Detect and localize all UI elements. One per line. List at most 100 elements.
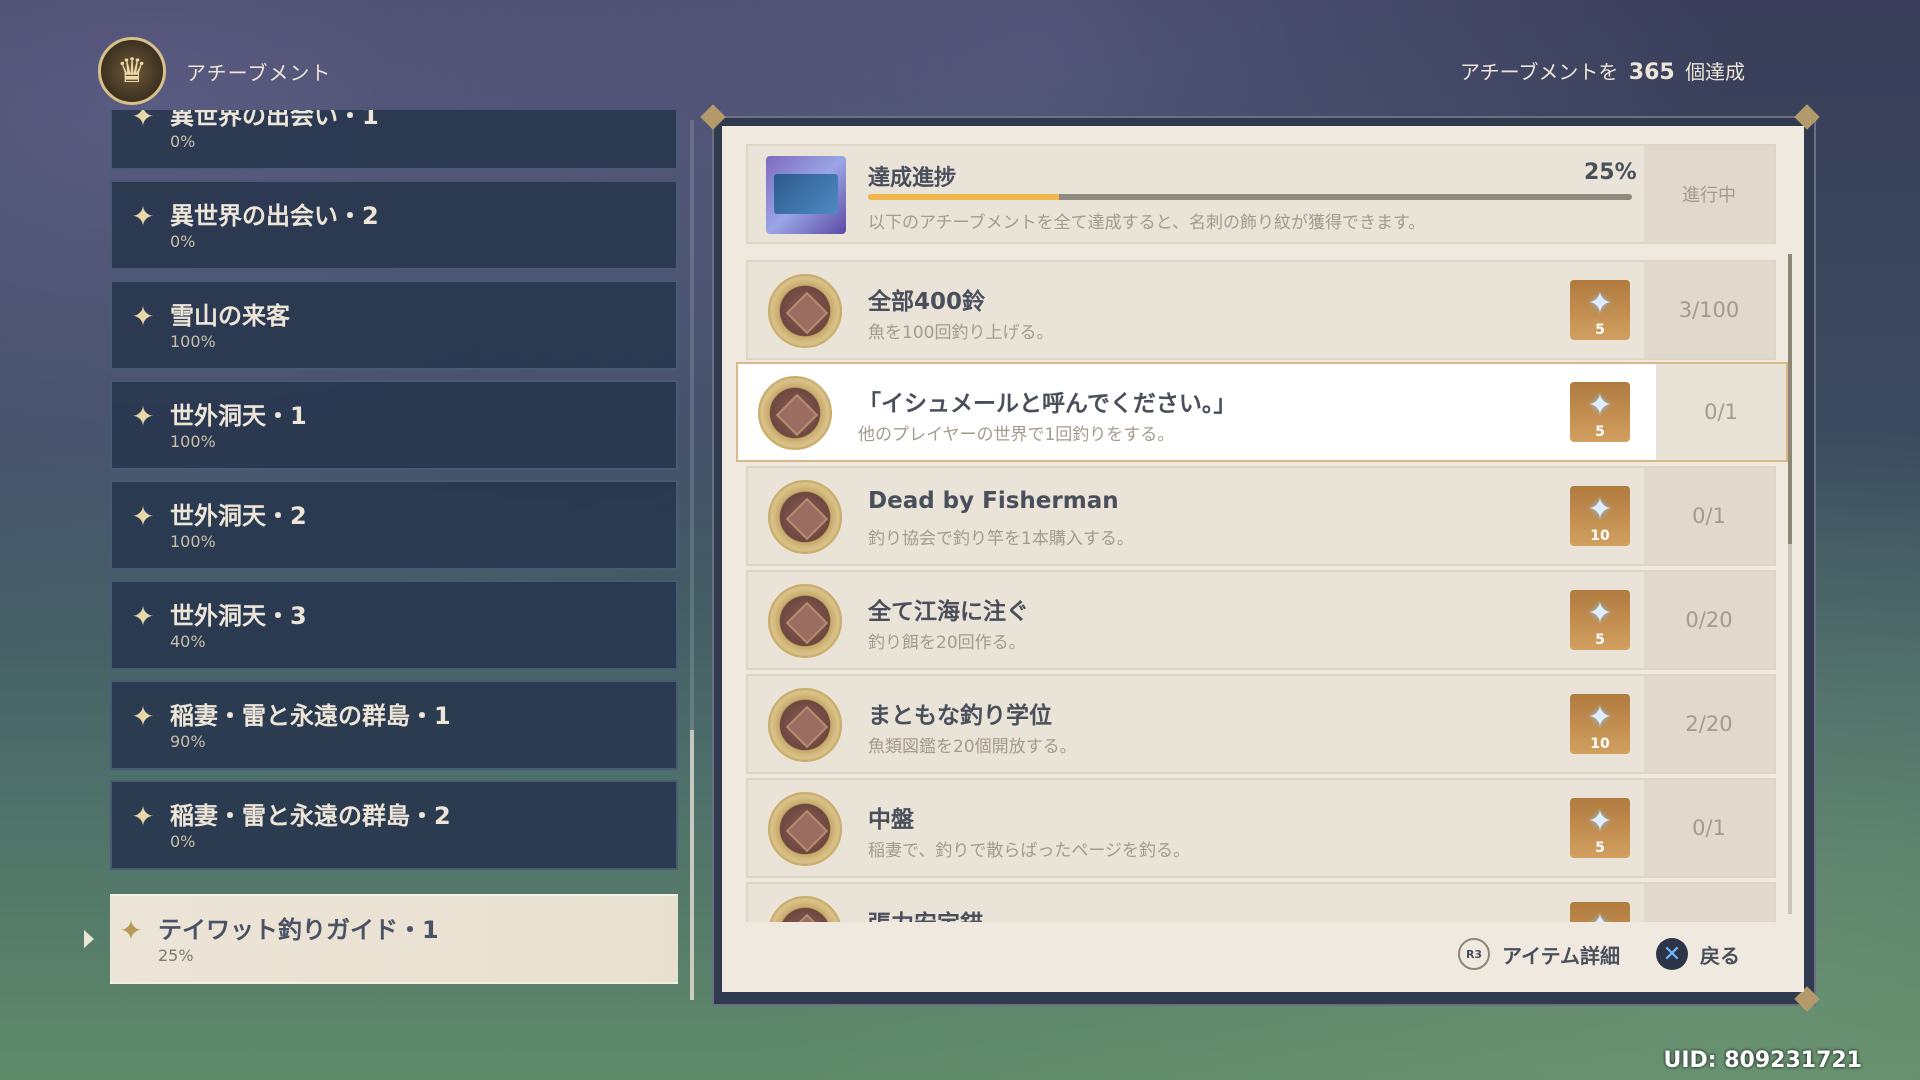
achievement-description: 魚類図鑑を20個開放する。 [868, 737, 1077, 757]
reward-quantity: 10 [1590, 528, 1610, 544]
category-name: 異世界の出会い・1 [170, 110, 379, 130]
progress-status: 進行中 [1644, 146, 1774, 242]
achievement-title: 全部400鈴 [868, 289, 986, 315]
reward-item[interactable]: ✦ 10 [1570, 486, 1630, 546]
achievement-row[interactable]: 中盤 稲妻で、釣りで散らばったページを釣る。 ✦ 5 0/1 [746, 778, 1776, 878]
achievement-row[interactable]: まともな釣り学位 魚類図鑑を20個開放する。 ✦ 10 2/20 [746, 674, 1776, 774]
category-progress: 90% [170, 732, 206, 751]
reward-item[interactable]: ✦ 5 [1570, 798, 1630, 858]
achievement-description: 魚を100回釣り上げる。 [868, 323, 1054, 343]
category-item-active[interactable]: ✦ テイワット釣りガイド・1 25% [110, 894, 678, 984]
uid-label: UID: 809231721 [1663, 1048, 1862, 1073]
achievement-row-selected[interactable]: 「イシュメールと呼んでください。」 他のプレイヤーの世界で1回釣りをする。 ✦ 5… [736, 362, 1788, 462]
category-icon: ✦ [131, 600, 155, 633]
achievement-scrollbar-thumb[interactable] [1788, 254, 1792, 544]
category-scrollbar[interactable] [690, 120, 694, 1000]
reward-quantity: 5 [1595, 840, 1605, 856]
achievement-row[interactable]: 全部400鈴 魚を100回釣り上げる。 ✦ 5 3/100 [746, 260, 1776, 360]
achievements-header: ♛ アチーブメント [98, 36, 331, 106]
reward-item[interactable]: ✦ 5 [1570, 280, 1630, 340]
primogem-icon: ✦ [1587, 388, 1613, 423]
trophy-icon: ♛ [98, 37, 166, 105]
item-detail-label: アイテム詳細 [1502, 943, 1620, 968]
category-icon: ✦ [131, 800, 155, 833]
category-progress: 25% [158, 946, 194, 965]
primogem-icon: ✦ [1587, 596, 1613, 631]
achievement-medal-icon [768, 896, 842, 922]
back-button[interactable]: ✕ 戻る [1656, 938, 1740, 970]
category-progress: 0% [170, 832, 196, 851]
category-scrollbar-thumb[interactable] [690, 730, 694, 1000]
reward-quantity: 10 [1590, 736, 1610, 752]
achievement-medal-icon [768, 274, 842, 348]
category-item[interactable]: ✦ 異世界の出会い・2 0% [110, 180, 678, 270]
category-icon: ✦ [131, 200, 155, 233]
category-name: 雪山の来客 [170, 302, 290, 330]
category-name: 世外洞天・1 [170, 402, 307, 430]
primogem-icon: ✦ [1587, 286, 1613, 321]
achievement-row[interactable]: Dead by Fisherman 釣り協会で釣り竿を1本購入する。 ✦ 10 0… [746, 466, 1776, 566]
achievement-row[interactable]: 全て江海に注ぐ 釣り餌を20回作る。 ✦ 5 0/20 [746, 570, 1776, 670]
achievement-progress [1644, 884, 1774, 922]
achievement-title: まともな釣り学位 [868, 703, 1052, 729]
category-progress: 100% [170, 432, 216, 451]
achievement-list[interactable]: 達成進捗 25% 以下のアチーブメントを全て達成すると、名刺の飾り紋が獲得できま… [722, 126, 1804, 922]
namecard-icon [766, 156, 846, 234]
achievement-scrollbar[interactable] [1788, 254, 1792, 914]
reward-item[interactable]: ✦ [1570, 902, 1630, 922]
reward-quantity: 5 [1595, 322, 1605, 338]
progress-title: 達成進捗 [868, 166, 957, 191]
category-name: テイワット釣りガイド・1 [158, 916, 439, 944]
achievement-description: 釣り餌を20回作る。 [868, 633, 1026, 653]
achievement-panel: 達成進捗 25% 以下のアチーブメントを全て達成すると、名刺の飾り紋が獲得できま… [722, 126, 1804, 992]
completed-count-label: アチーブメントを 365 個達成 [1460, 56, 1745, 85]
category-icon: ✦ [131, 500, 155, 533]
primogem-icon: ✦ [1587, 700, 1613, 735]
category-item[interactable]: ✦ 稲妻・雷と永遠の群島・1 90% [110, 680, 678, 770]
category-icon: ✦ [131, 110, 155, 133]
category-item[interactable]: ✦ 世外洞天・1 100% [110, 380, 678, 470]
category-progress: 0% [170, 232, 196, 251]
achievement-progress: 0/1 [1656, 364, 1786, 460]
progress-percent: 25% [1584, 160, 1637, 185]
achievement-description: 稲妻で、釣りで散らばったページを釣る。 [868, 841, 1190, 861]
selected-arrow-icon [84, 930, 94, 948]
category-item[interactable]: ✦ 雪山の来客 100% [110, 280, 678, 370]
panel-footer: R3 アイテム詳細 ✕ 戻る [722, 920, 1804, 990]
category-list[interactable]: ✦ 異世界の出会い・1 0% ✦ 異世界の出会い・2 0% ✦ 雪山の来客 10… [110, 110, 678, 990]
achievement-row[interactable]: 張力安定錨 ✦ [746, 882, 1776, 922]
reward-item[interactable]: ✦ 5 [1570, 382, 1630, 442]
completed-count: 365 [1628, 60, 1675, 85]
item-detail-button[interactable]: R3 アイテム詳細 [1458, 938, 1620, 970]
category-icon: ✦ [131, 700, 155, 733]
category-item[interactable]: ✦ 異世界の出会い・1 0% [110, 110, 678, 170]
achievement-description: 釣り協会で釣り竿を1本購入する。 [868, 529, 1134, 549]
back-label: 戻る [1700, 943, 1740, 968]
achievement-description: 他のプレイヤーの世界で1回釣りをする。 [858, 425, 1175, 445]
r3-button-icon: R3 [1458, 938, 1490, 970]
reward-item[interactable]: ✦ 5 [1570, 590, 1630, 650]
category-item[interactable]: ✦ 世外洞天・2 100% [110, 480, 678, 570]
progress-description: 以下のアチーブメントを全て達成すると、名刺の飾り紋が獲得できます。 [868, 213, 1426, 233]
achievement-progress: 0/20 [1644, 572, 1774, 668]
category-name: 世外洞天・3 [170, 602, 307, 630]
achievement-medal-icon [768, 480, 842, 554]
category-progress: 100% [170, 532, 216, 551]
primogem-icon: ✦ [1587, 492, 1613, 527]
completed-suffix: 個達成 [1685, 60, 1746, 84]
category-icon: ✦ [131, 300, 155, 333]
cross-button-icon: ✕ [1656, 938, 1688, 970]
category-item[interactable]: ✦ 世外洞天・3 40% [110, 580, 678, 670]
achievement-progress: 0/1 [1644, 780, 1774, 876]
category-icon: ✦ [119, 914, 143, 947]
achievement-medal-icon [768, 584, 842, 658]
category-name: 稲妻・雷と永遠の群島・2 [170, 802, 451, 830]
category-progress: 40% [170, 632, 206, 651]
reward-quantity: 5 [1595, 632, 1605, 648]
category-icon: ✦ [131, 400, 155, 433]
achievement-title: Dead by Fisherman [868, 488, 1119, 514]
achievement-progress: 0/1 [1644, 468, 1774, 564]
reward-item[interactable]: ✦ 10 [1570, 694, 1630, 754]
category-item[interactable]: ✦ 稲妻・雷と永遠の群島・2 0% [110, 780, 678, 870]
achievement-title: 「イシュメールと呼んでください。」 [858, 391, 1237, 417]
